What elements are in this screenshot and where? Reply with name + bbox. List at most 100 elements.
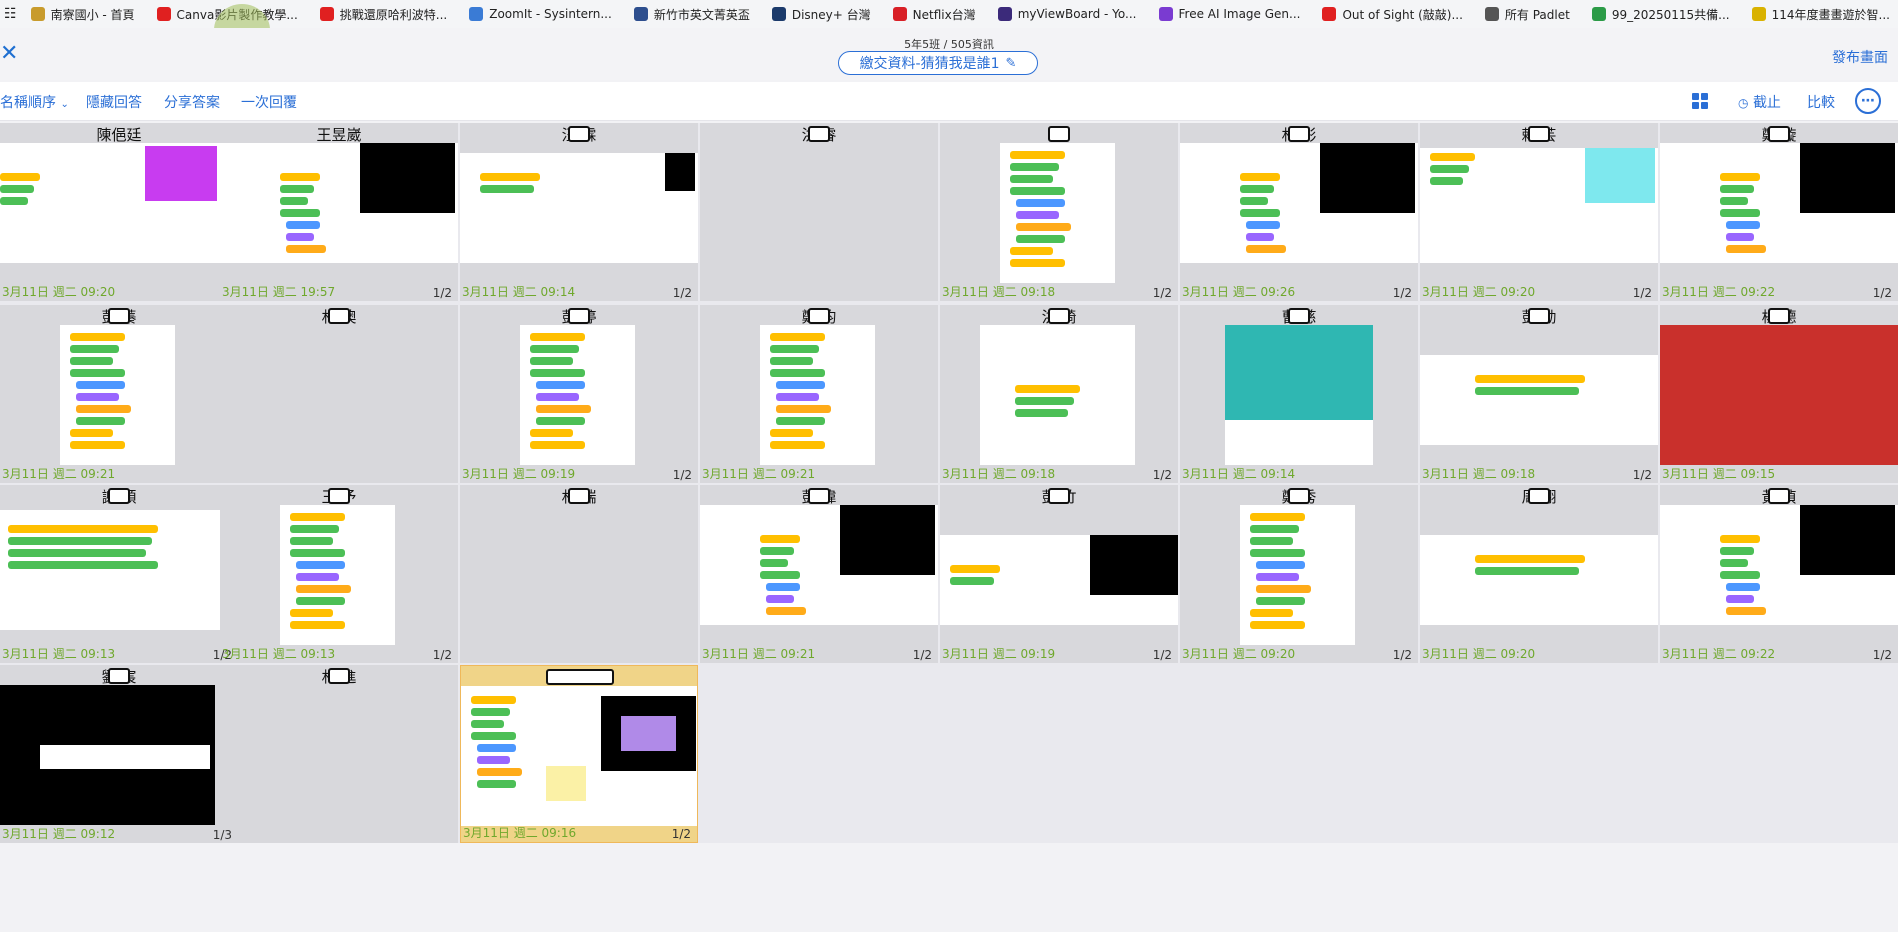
code-block-thumb: [1430, 165, 1469, 173]
submission-card[interactable]: 黃 禎3月11日 週二 09:221/2: [1660, 485, 1898, 663]
submission-card[interactable]: 3月11日 週二 09:16 1/2: [460, 665, 698, 843]
code-block-thumb: [536, 417, 585, 425]
code-block-thumb: [770, 369, 825, 377]
reply-once-button[interactable]: 一次回覆: [241, 92, 297, 112]
stage-preview: [1800, 505, 1895, 575]
submission-time: 3月11日 週二 09:20: [1182, 647, 1296, 661]
sort-dropdown[interactable]: 名稱順序 ⌄: [0, 92, 69, 112]
grid-view-icon[interactable]: [1692, 93, 1708, 109]
submission-time: 3月11日 週二 09:20: [1422, 285, 1536, 299]
bookmark-item[interactable]: Netflix台灣: [892, 6, 976, 23]
bookmark-label: ZoomIt - Sysintern...: [489, 7, 612, 21]
bookmark-item[interactable]: Disney+ 台灣: [771, 6, 871, 23]
submission-card[interactable]: 林 瑞: [460, 485, 698, 663]
bookmark-item[interactable]: 所有 Padlet: [1484, 6, 1570, 23]
name-redaction: [568, 126, 590, 142]
submission-time: 3月11日 週二 09:20: [1422, 647, 1536, 661]
share-answers-button[interactable]: 分享答案: [164, 92, 220, 112]
deadline-button[interactable]: ◷ 截止: [1738, 92, 1781, 112]
submission-card[interactable]: 彭 婷3月11日 週二 09:191/2: [460, 305, 698, 483]
submission-card[interactable]: 彭 蓁3月11日 週二 09:21: [0, 305, 238, 483]
submission-card[interactable]: 彭 禕3月11日 週二 09:211/2: [700, 485, 938, 663]
apps-grid-icon[interactable]: ☷: [4, 6, 17, 22]
code-block-thumb: [1250, 609, 1293, 617]
code-block-thumb: [0, 197, 28, 205]
name-redaction: [808, 488, 830, 504]
submission-card[interactable]: 楊 德3月11日 週二 09:15: [1660, 305, 1898, 483]
bookmark-label: Netflix台灣: [912, 7, 976, 22]
name-redaction: [1288, 488, 1310, 504]
submission-card[interactable]: 周 翔3月11日 週二 09:20: [1420, 485, 1658, 663]
code-block-thumb: [1016, 235, 1065, 243]
hide-answers-button[interactable]: 隱藏回答: [86, 92, 142, 112]
submission-card[interactable]: 鄭 璇3月11日 週二 09:221/2: [1660, 123, 1898, 301]
submission-card[interactable]: 賴 芸3月11日 週二 09:201/2: [1420, 123, 1658, 301]
netflix-icon: [892, 7, 907, 21]
code-block-thumb: [1010, 187, 1065, 195]
submission-thumbnail: [1180, 325, 1418, 465]
submission-card[interactable]: 洪 崎3月11日 週二 09:181/2: [940, 305, 1178, 483]
stage-preview: [1585, 148, 1655, 203]
submission-card[interactable]: 彭 勛3月11日 週二 09:181/2: [1420, 305, 1658, 483]
code-block-thumb: [1720, 173, 1760, 181]
code-block-thumb: [1015, 397, 1074, 405]
page-count: 1/2: [1872, 648, 1892, 662]
bookmark-item[interactable]: 南寮國小 - 首頁: [30, 6, 135, 23]
code-block-thumb: [1016, 223, 1071, 231]
submission-card[interactable]: 彭 竹3月11日 週二 09:191/2: [940, 485, 1178, 663]
code-block-thumb: [1430, 177, 1463, 185]
submission-card[interactable]: 曹 慈3月11日 週二 09:14: [1180, 305, 1418, 483]
submission-card[interactable]: 林 澳: [220, 305, 458, 483]
submission-card[interactable]: 鄭 均3月11日 週二 09:21: [700, 305, 938, 483]
submission-card[interactable]: 劉 宸3月11日 週二 09:121/3: [0, 665, 238, 843]
code-block-thumb: [70, 333, 125, 341]
page-count: 1/2: [672, 468, 692, 482]
bookmark-label: Free AI Image Gen...: [1178, 7, 1301, 21]
stage-preview: [1800, 143, 1895, 213]
code-block-thumb: [770, 441, 825, 449]
code-block-thumb: [76, 393, 119, 401]
submission-card[interactable]: 德3月11日 週二 09:181/2: [940, 123, 1178, 301]
submission-time: 3月11日 週二 09:18: [942, 467, 1056, 481]
code-block-thumb: [76, 417, 125, 425]
stage-shape: [621, 716, 676, 751]
assignment-title-button[interactable]: 繳交資料-猜猜我是誰1 ✎: [838, 51, 1038, 75]
stage-preview: [1320, 143, 1415, 213]
submission-card[interactable]: 林 彤3月11日 週二 09:261/2: [1180, 123, 1418, 301]
student-name: 陳俋廷: [96, 126, 142, 144]
bookmark-item[interactable]: myViewBoard - Yo...: [997, 7, 1137, 21]
submission-thumbnail: [220, 325, 458, 465]
bookmark-item[interactable]: 新竹市英文菁英盃: [633, 6, 750, 23]
bookmark-item[interactable]: ZoomIt - Sysintern...: [469, 7, 612, 21]
code-block-thumb: [766, 583, 800, 591]
code-block-thumb: [1720, 209, 1760, 217]
code-block-thumb: [70, 441, 125, 449]
more-options-icon[interactable]: ⋯: [1855, 88, 1881, 114]
code-block-thumb: [536, 381, 585, 389]
submission-card[interactable]: 王 予3月11日 週二 09:131/2: [220, 485, 458, 663]
submission-card[interactable]: 汪 霖3月11日 週二 09:141/2: [460, 123, 698, 301]
youtube-icon: [319, 7, 334, 21]
submission-thumbnail: [461, 686, 697, 826]
submission-card[interactable]: 林 進: [220, 665, 458, 843]
page-count: 1/2: [1152, 648, 1172, 662]
submission-card[interactable]: 王昱崴 3月11日 週二 19:57 1/2: [220, 123, 458, 301]
submission-card[interactable]: 洪 睿: [700, 123, 938, 301]
submission-time: 3月11日 週二 09:22: [1662, 285, 1776, 299]
bookmark-item[interactable]: 挑戰還原哈利波特...: [319, 6, 447, 23]
stage-preview: [1090, 535, 1178, 595]
submission-card[interactable]: 陳俋廷 3月11日 週二 09:20: [0, 123, 238, 301]
bookmark-item[interactable]: Out of Sight (敲敲)...: [1322, 6, 1463, 23]
bookmark-item[interactable]: Free AI Image Gen...: [1158, 7, 1301, 21]
code-block-thumb: [766, 595, 794, 603]
submission-card[interactable]: 鄭 秀3月11日 週二 09:201/2: [1180, 485, 1418, 663]
compare-button[interactable]: 比較: [1807, 92, 1835, 112]
publish-button[interactable]: 發布畫面: [1832, 47, 1888, 67]
submission-card[interactable]: 謝 穎3月11日 週二 09:131/2: [0, 485, 238, 663]
bookmark-item[interactable]: 99_20250115共備...: [1591, 6, 1730, 23]
code-block-thumb: [76, 381, 125, 389]
sort-label: 名稱順序: [0, 95, 56, 111]
code-block-thumb: [776, 381, 825, 389]
submission-thumbnail: [700, 143, 938, 283]
bookmark-item[interactable]: 114年度畫畫遊於智...: [1751, 6, 1890, 23]
